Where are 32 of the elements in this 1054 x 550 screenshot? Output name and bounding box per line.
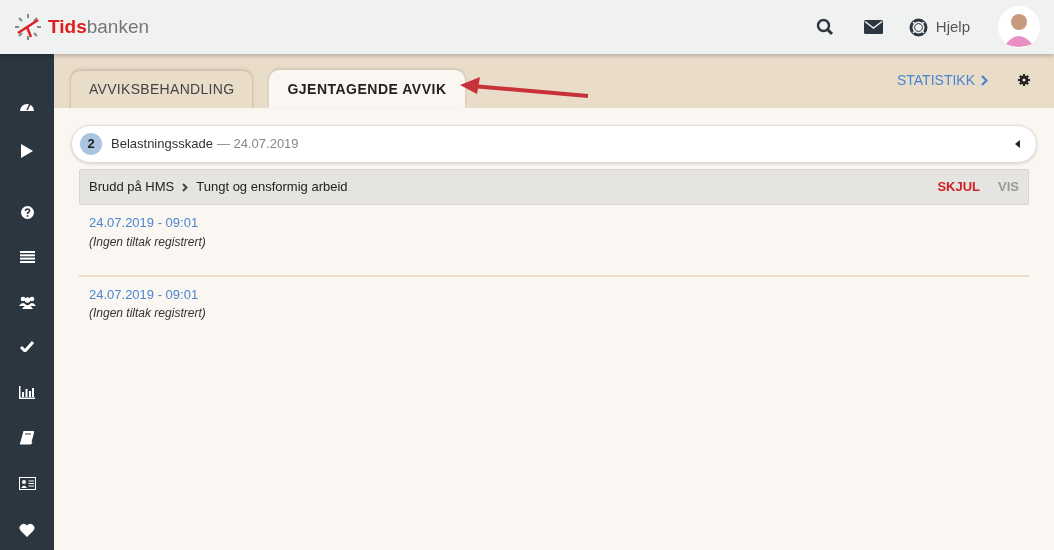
bar-chart-icon[interactable] [19, 386, 35, 399]
chevron-right-icon [981, 74, 988, 86]
help-icon[interactable] [20, 206, 34, 219]
help-button[interactable]: Hjelp [908, 15, 970, 39]
check-icon[interactable] [20, 341, 34, 352]
book-icon[interactable] [20, 431, 34, 445]
entry-timestamp: 24.07.2019 - 09:01 [89, 214, 200, 232]
toggle-link[interactable]: SKJUL [937, 177, 981, 197]
heart-icon[interactable] [19, 523, 35, 537]
lifebuoy-icon [908, 17, 928, 37]
search-icon[interactable] [815, 18, 834, 36]
group-date: — 24.07.2019 [216, 135, 299, 154]
entry-note: (Ingen tiltak registrert) [89, 233, 207, 251]
caret-icon[interactable] [1015, 140, 1020, 148]
tab[interactable]: GJENTAGENDE AVVIK [269, 70, 465, 108]
settings-icon[interactable] [1018, 74, 1030, 86]
group-header[interactable]: 2 Belastningsskade — 24.07.2019 [71, 125, 1037, 163]
category-child: Tungt og ensformig arbeid [196, 178, 348, 197]
list-icon[interactable] [19, 251, 35, 263]
tab[interactable]: AVVIKSBEHANDLING [70, 70, 254, 108]
mail-icon[interactable] [863, 20, 883, 34]
group-title: Belastningsskade [111, 135, 213, 154]
id-card-icon[interactable] [18, 477, 36, 490]
logo-text: Tidsbanken [48, 14, 150, 39]
logo-icon [14, 13, 42, 41]
entry-note: (Ingen tiltak registrert) [89, 305, 207, 322]
entry-timestamp: 24.07.2019 - 09:01 [89, 285, 200, 304]
count-badge: 2 [80, 133, 102, 155]
play-icon[interactable] [21, 144, 33, 158]
users-icon[interactable] [18, 296, 36, 309]
category-parent: Brudd på HMS [89, 178, 175, 197]
chevron-right-icon [182, 182, 189, 192]
